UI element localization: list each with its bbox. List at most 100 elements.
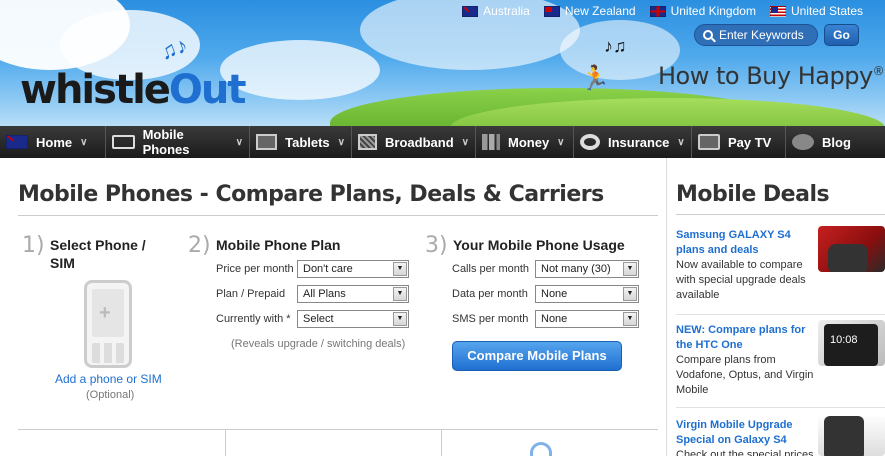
step2-title: Mobile Phone Plan <box>216 237 341 253</box>
whistleout-logo[interactable]: whistleOut <box>20 67 247 113</box>
plan-prepaid-label: Plan / Prepaid <box>216 288 286 300</box>
nav-label: Blog <box>822 134 851 150</box>
data-per-month-label: Data per month <box>452 288 528 300</box>
nav-item-home[interactable]: Home ∨ <box>0 126 106 158</box>
divider <box>18 429 658 430</box>
nav-item-mobile-phones[interactable]: Mobile Phones ∨ <box>106 126 250 158</box>
country-link-new-zealand[interactable]: New Zealand <box>543 4 636 18</box>
chevron-down-icon: ∨ <box>677 136 685 148</box>
search-input[interactable]: Enter Keywords <box>694 24 818 46</box>
nav-label: Home <box>36 134 73 150</box>
add-phone-link[interactable]: Add a phone or SIM <box>55 372 162 386</box>
country-label: Australia <box>483 4 530 18</box>
country-label: United Kingdom <box>670 4 756 18</box>
nav-item-tablets[interactable]: Tablets ∨ <box>250 126 352 158</box>
nz-flag-icon <box>543 5 560 17</box>
country-link-united-states[interactable]: United States <box>769 4 863 18</box>
tagline-text: How to Buy Happy <box>658 62 873 90</box>
compare-mobile-plans-button[interactable]: Compare Mobile Plans <box>452 341 622 371</box>
country-selector: Australia New Zealand United Kingdom Uni… <box>462 4 863 18</box>
deal-description: Now available to compare with special up… <box>676 259 806 301</box>
select-value: None <box>541 288 568 300</box>
go-button[interactable]: Go <box>824 24 859 46</box>
deal-link-htc-one[interactable]: NEW: Compare plans for the HTC One <box>676 323 816 353</box>
country-link-australia[interactable]: Australia <box>462 4 530 18</box>
sms-per-month-select[interactable]: None ▼ <box>535 310 639 328</box>
blog-icon <box>792 134 814 150</box>
divider <box>676 407 885 408</box>
nav-item-broadband[interactable]: Broadband ∨ <box>352 126 476 158</box>
select-value: Not many (30) <box>541 263 611 275</box>
search-placeholder: Enter Keywords <box>719 28 804 42</box>
step1-title: Select Phone / SIM <box>50 237 146 271</box>
chevron-down-icon: ∨ <box>337 136 345 148</box>
data-per-month-select[interactable]: None ▼ <box>535 285 639 303</box>
dropdown-arrow-icon: ▼ <box>623 262 637 276</box>
chevron-down-icon: ∨ <box>461 136 469 148</box>
music-notes-icon: ♪♫ <box>604 36 627 56</box>
country-link-united-kingdom[interactable]: United Kingdom <box>649 4 756 18</box>
divider <box>18 215 658 216</box>
running-man-icon: 🏃 <box>580 65 610 92</box>
nav-item-pay-tv[interactable]: Pay TV <box>692 126 786 158</box>
phone-image-icon <box>828 244 868 272</box>
deal-image-virgin-galaxy-s4[interactable] <box>818 414 885 456</box>
optional-label: (Optional) <box>86 389 135 401</box>
nav-label: Tablets <box>285 134 330 150</box>
money-icon <box>482 134 500 150</box>
currently-with-select[interactable]: Select ▼ <box>297 310 409 328</box>
dropdown-arrow-icon: ▼ <box>623 287 637 301</box>
site-header: whistleOut ♫♪ ♪♫ 🏃 How to Buy Happy® Aus… <box>0 0 885 126</box>
wifi-icon <box>530 442 552 456</box>
currently-with-label: Currently with * <box>216 313 291 325</box>
divider <box>676 314 885 315</box>
nav-label: Money <box>508 134 550 150</box>
phone-image-icon <box>824 416 864 456</box>
country-label: New Zealand <box>564 4 636 18</box>
au-flag-icon <box>6 135 28 149</box>
select-value: All Plans <box>303 288 346 300</box>
deal-description: Compare plans from Vodafone, Optus, and … <box>676 354 814 396</box>
phone-icon <box>112 135 135 149</box>
deal-link-virgin-galaxy-s4[interactable]: Virgin Mobile Upgrade Special on Galaxy … <box>676 418 816 448</box>
plan-prepaid-select[interactable]: All Plans ▼ <box>297 285 409 303</box>
tagline: How to Buy Happy® <box>658 62 885 90</box>
chevron-down-icon: ∨ <box>235 136 243 148</box>
chevron-down-icon: ∨ <box>80 136 88 148</box>
nav-label: Broadband <box>385 134 454 150</box>
nav-item-money[interactable]: Money ∨ <box>476 126 574 158</box>
select-value: Select <box>303 313 334 325</box>
uk-flag-icon <box>649 5 666 17</box>
divider <box>666 158 667 456</box>
step-number: 2) <box>188 233 211 258</box>
step3-title: Your Mobile Phone Usage <box>453 237 625 253</box>
main-nav: Home ∨ Mobile Phones ∨ Tablets ∨ Broadband ∨… <box>0 126 885 158</box>
reveals-note: (Reveals upgrade / switching deals) <box>231 338 406 350</box>
dropdown-arrow-icon: ▼ <box>393 262 407 276</box>
nav-label: Insurance <box>608 134 670 150</box>
deal-image-htc-one[interactable]: 10:08 <box>818 320 885 366</box>
insurance-icon <box>580 134 600 150</box>
add-phone-placeholder[interactable]: + <box>84 280 132 368</box>
phone-screen-time: 10:08 <box>824 324 878 366</box>
step-number: 1) <box>22 233 45 258</box>
divider <box>441 430 442 456</box>
divider <box>676 214 885 215</box>
phone-keypad <box>92 343 124 363</box>
deal-image-galaxy-s4[interactable] <box>818 226 885 272</box>
deal-description: Check out the special prices <box>676 449 814 456</box>
deal-link-galaxy-s4[interactable]: Samsung GALAXY S4 plans and deals <box>676 228 816 258</box>
broadband-icon <box>358 134 378 150</box>
logo-text-part1: whistle <box>20 67 171 113</box>
nav-item-insurance[interactable]: Insurance ∨ <box>574 126 692 158</box>
price-per-month-label: Price per month <box>216 263 294 275</box>
calls-per-month-select[interactable]: Not many (30) ▼ <box>535 260 639 278</box>
nav-item-blog[interactable]: Blog <box>786 126 885 158</box>
sidebar-title: Mobile Deals <box>676 182 830 207</box>
chevron-down-icon: ∨ <box>557 136 565 148</box>
price-per-month-select[interactable]: Don't care ▼ <box>297 260 409 278</box>
nav-label: Mobile Phones <box>142 127 190 157</box>
tv-icon <box>698 134 720 150</box>
nav-label: Pay TV <box>728 134 772 150</box>
dropdown-arrow-icon: ▼ <box>623 312 637 326</box>
